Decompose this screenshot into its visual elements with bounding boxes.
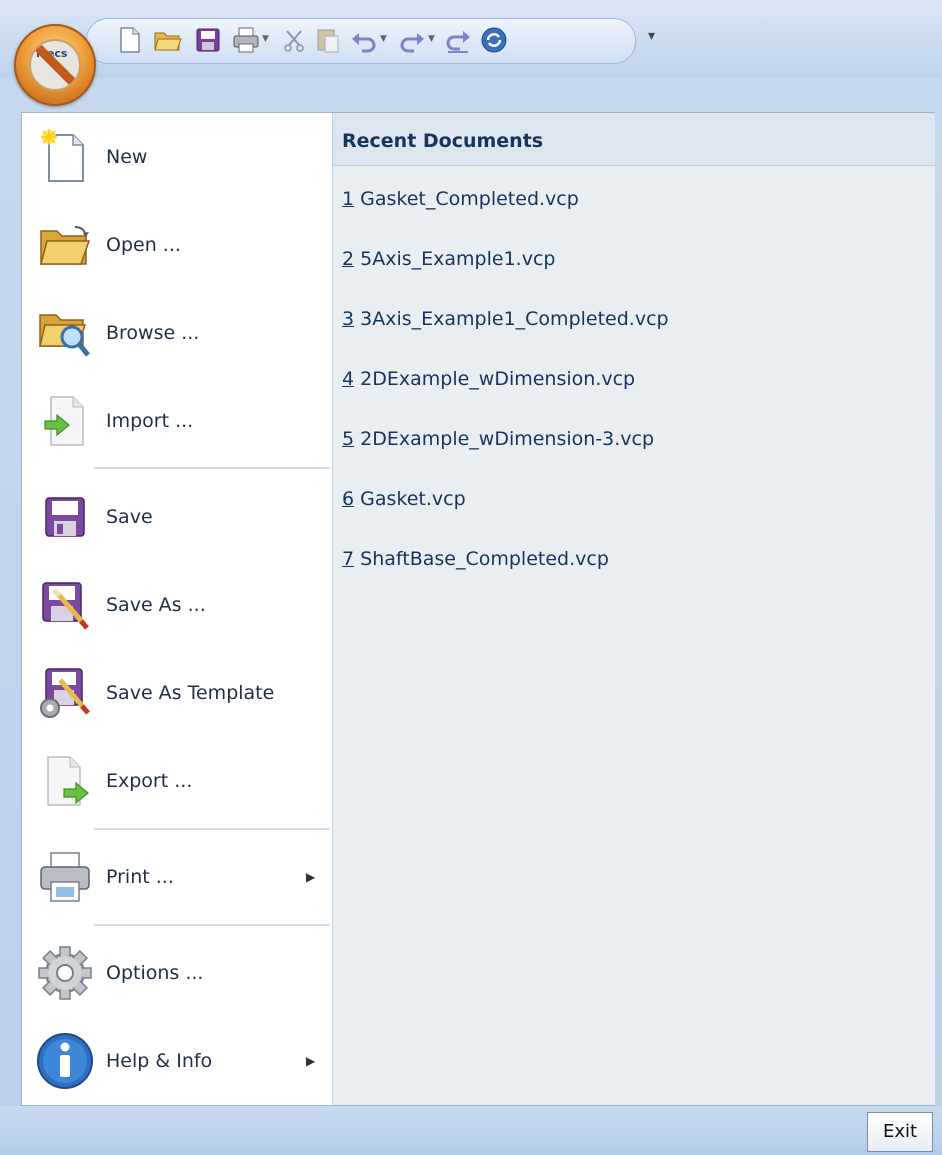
recent-document-item[interactable]: 5 2DExample_wDimension-3.vcp bbox=[342, 428, 654, 450]
new-document-icon bbox=[34, 126, 96, 188]
menu-divider bbox=[94, 828, 330, 830]
paste-icon[interactable] bbox=[312, 24, 344, 56]
menu-item-options[interactable]: Options ... bbox=[22, 931, 332, 1015]
redo-repeat-icon[interactable] bbox=[442, 24, 474, 56]
recent-document-number: 7 bbox=[342, 548, 355, 570]
recent-document-number: 2 bbox=[342, 248, 355, 270]
recent-document-name: 3Axis_Example1_Completed.vcp bbox=[360, 308, 669, 330]
menu-item-browse[interactable]: Browse ... bbox=[22, 291, 332, 375]
app-logo-text: Mecs bbox=[36, 47, 68, 60]
print-icon[interactable] bbox=[230, 24, 262, 56]
recent-document-item[interactable]: 7 ShaftBase_Completed.vcp bbox=[342, 548, 609, 570]
menu-item-print[interactable]: Print ... ▶ bbox=[22, 835, 332, 919]
menu-item-import[interactable]: Import ... bbox=[22, 379, 332, 463]
menu-item-help-info[interactable]: Help & Info ▶ bbox=[22, 1019, 332, 1103]
regenerate-icon[interactable] bbox=[478, 24, 510, 56]
recent-document-number: 5 bbox=[342, 428, 355, 450]
quick-access-toolbar: ▼ ▼ ▼ ▾ bbox=[0, 0, 942, 78]
app-logo: Mecs bbox=[29, 39, 81, 91]
menu-item-save-as-template[interactable]: Save As Template bbox=[22, 651, 332, 735]
menu-item-label: Save As Template bbox=[106, 682, 275, 704]
recent-document-item[interactable]: 6 Gasket.vcp bbox=[342, 488, 466, 510]
browse-folder-icon bbox=[34, 302, 96, 364]
menu-item-new[interactable]: New bbox=[22, 115, 332, 199]
application-menu: New Open ... Browse ... Import ... Save … bbox=[21, 112, 935, 1106]
recent-documents-pane: Recent Documents 1 Gasket_Completed.vcp … bbox=[332, 113, 935, 1105]
recent-document-item[interactable]: 3 3Axis_Example1_Completed.vcp bbox=[342, 308, 669, 330]
info-icon bbox=[34, 1030, 96, 1092]
import-icon bbox=[34, 390, 96, 452]
recent-document-name: ShaftBase_Completed.vcp bbox=[360, 548, 609, 570]
recent-document-number: 1 bbox=[342, 188, 355, 210]
gear-icon bbox=[34, 942, 96, 1004]
menu-item-save-as[interactable]: Save As ... bbox=[22, 563, 332, 647]
menu-item-open[interactable]: Open ... bbox=[22, 203, 332, 287]
recent-document-number: 4 bbox=[342, 368, 355, 390]
menu-item-label: Export ... bbox=[106, 770, 193, 792]
save-icon[interactable] bbox=[192, 24, 224, 56]
open-folder-icon[interactable] bbox=[152, 24, 184, 56]
redo-dropdown-icon[interactable]: ▼ bbox=[428, 34, 435, 44]
menu-item-label: Save As ... bbox=[106, 594, 206, 616]
printer-icon bbox=[34, 846, 96, 908]
new-file-icon[interactable] bbox=[114, 24, 146, 56]
exit-button[interactable]: Exit bbox=[867, 1112, 933, 1152]
menu-item-label: Save bbox=[106, 506, 153, 528]
menu-divider bbox=[94, 924, 330, 926]
menu-item-label: Browse ... bbox=[106, 322, 200, 344]
open-folder-icon bbox=[34, 214, 96, 276]
customize-toolbar-icon[interactable]: ▾ bbox=[648, 28, 655, 44]
submenu-arrow-icon: ▶ bbox=[306, 1054, 316, 1068]
menu-item-label: Help & Info bbox=[106, 1050, 213, 1072]
menu-item-export[interactable]: Export ... bbox=[22, 739, 332, 823]
recent-document-name: Gasket.vcp bbox=[360, 488, 466, 510]
undo-icon[interactable] bbox=[348, 24, 380, 56]
cut-icon[interactable] bbox=[278, 24, 310, 56]
print-dropdown-icon[interactable]: ▼ bbox=[262, 34, 269, 44]
recent-document-name: 2DExample_wDimension.vcp bbox=[360, 368, 636, 390]
menu-item-save[interactable]: Save bbox=[22, 475, 332, 559]
recent-document-item[interactable]: 1 Gasket_Completed.vcp bbox=[342, 188, 579, 210]
undo-dropdown-icon[interactable]: ▼ bbox=[380, 34, 387, 44]
save-as-icon bbox=[34, 574, 96, 636]
recent-document-name: 5Axis_Example1.vcp bbox=[360, 248, 556, 270]
menu-divider bbox=[94, 467, 330, 469]
submenu-arrow-icon: ▶ bbox=[306, 870, 316, 884]
menu-item-label: Import ... bbox=[106, 410, 194, 432]
recent-document-item[interactable]: 2 5Axis_Example1.vcp bbox=[342, 248, 555, 270]
export-icon bbox=[34, 750, 96, 812]
menu-item-label: Open ... bbox=[106, 234, 181, 256]
menu-item-label: New bbox=[106, 146, 148, 168]
menu-item-label: Options ... bbox=[106, 962, 204, 984]
menu-item-label: Print ... bbox=[106, 866, 174, 888]
save-icon bbox=[34, 486, 96, 548]
recent-document-name: 2DExample_wDimension-3.vcp bbox=[360, 428, 655, 450]
recent-document-number: 3 bbox=[342, 308, 355, 330]
recent-document-number: 6 bbox=[342, 488, 355, 510]
redo-icon[interactable] bbox=[396, 24, 428, 56]
recent-document-item[interactable]: 4 2DExample_wDimension.vcp bbox=[342, 368, 635, 390]
save-as-template-icon bbox=[34, 662, 96, 724]
recent-documents-title: Recent Documents bbox=[333, 113, 935, 166]
menu-footer bbox=[0, 1106, 942, 1155]
application-menu-button[interactable]: Mecs bbox=[14, 24, 96, 106]
menu-commands-pane: New Open ... Browse ... Import ... Save … bbox=[22, 113, 332, 1105]
recent-document-name: Gasket_Completed.vcp bbox=[360, 188, 579, 210]
